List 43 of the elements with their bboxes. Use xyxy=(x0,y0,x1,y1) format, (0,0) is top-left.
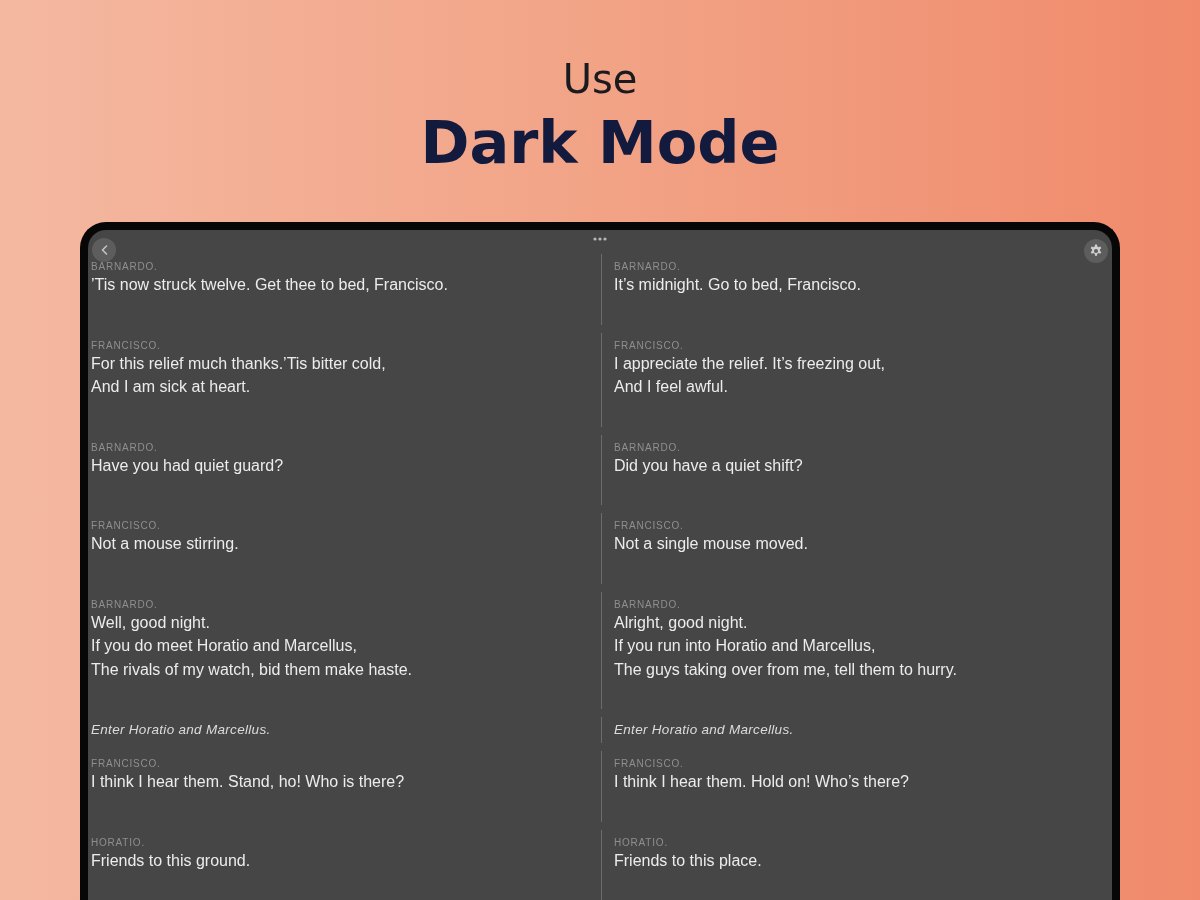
headline-prefix: Use xyxy=(562,55,638,103)
speaker-name: FRANCISCO. xyxy=(91,757,161,770)
verse-line: Well, good night. xyxy=(91,612,210,633)
speaker-name: HORATIO. xyxy=(614,835,668,849)
speaker-name: BARNARDO. xyxy=(91,440,158,454)
verse-line: Alright, good night. xyxy=(614,612,748,633)
verse-line: For this relief much thanks.’Tis bitter cold, xyxy=(91,353,386,374)
speaker-name: FRANCISCO. xyxy=(614,757,684,770)
speaker-name: BARNARDO. xyxy=(91,260,158,273)
speaker-name: BARNARDO. xyxy=(91,597,158,611)
verse-line: I think I hear them. Stand, ho! Who is there? xyxy=(91,772,405,792)
stage-direction: Enter Horatio and Marcellus. xyxy=(614,723,794,737)
ellipsis-icon[interactable] xyxy=(593,237,607,241)
settings-button[interactable] xyxy=(1084,239,1108,263)
verse-line: And I feel awful. xyxy=(614,377,728,397)
verse-line: If you run into Horatio and Marcellus, xyxy=(614,636,876,656)
settings-icon xyxy=(1089,244,1103,258)
chevron-left-icon xyxy=(100,245,108,255)
speaker-name: BARNARDO. xyxy=(614,597,681,611)
speaker-name: FRANCISCO. xyxy=(91,519,161,532)
speaker-name: BARNARDO. xyxy=(614,260,681,273)
speaker-name: FRANCISCO. xyxy=(91,338,161,352)
verse-line: I think I hear them. Hold on! Who’s there? xyxy=(614,772,909,792)
verse-line: Not a single mouse moved. xyxy=(614,534,808,554)
speaker-name: FRANCISCO. xyxy=(614,519,684,532)
verse-line: I appreciate the relief. It’s freezing out, xyxy=(614,353,885,374)
verse-line: Friends to this ground. xyxy=(91,850,251,871)
back-button[interactable] xyxy=(92,238,116,262)
speaker-name: BARNARDO. xyxy=(614,440,681,454)
verse-line: The rivals of my watch, bid them make haste. xyxy=(91,659,412,680)
speaker-name: FRANCISCO. xyxy=(614,338,684,352)
verse-line: Friends to this place. xyxy=(614,850,762,871)
verse-line: Have you had quiet guard? xyxy=(91,455,284,476)
verse-line: The guys taking over from me, tell them to hurry. xyxy=(614,659,957,680)
headline: Dark Mode xyxy=(420,107,780,179)
verse-line: And I am sick at heart. xyxy=(91,377,251,397)
verse-line: It’s midnight. Go to bed, Francisco. xyxy=(614,275,861,295)
verse-line: Not a mouse stirring. xyxy=(91,534,239,554)
stage-direction: Enter Horatio and Marcellus. xyxy=(91,723,271,737)
speaker-name: HORATIO. xyxy=(91,835,145,849)
verse-line: If you do meet Horatio and Marcellus, xyxy=(91,636,357,656)
verse-line: ’Tis now struck twelve. Get thee to bed, Francisco. xyxy=(91,275,448,295)
verse-line: Did you have a quiet shift? xyxy=(614,455,803,476)
